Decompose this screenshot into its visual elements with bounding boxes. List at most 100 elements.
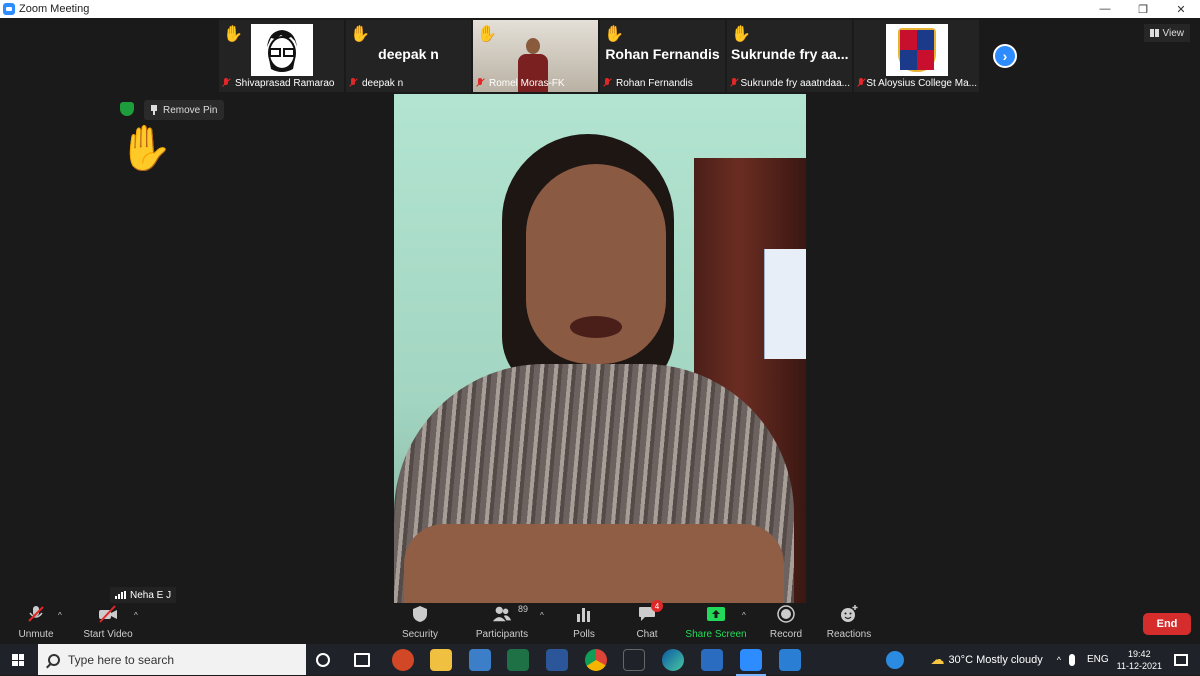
chat-bubble-icon: 4 [637, 600, 663, 624]
meeting-toolbar: Unmute ^ Start Video ^ Security 89 Parti… [0, 600, 1200, 644]
window-title: Zoom Meeting [19, 3, 90, 15]
view-button[interactable]: View [1143, 24, 1190, 42]
self-name-tag: Neha E J [110, 587, 177, 603]
zoom-taskbar-icon[interactable] [736, 649, 766, 676]
help-icon[interactable] [886, 650, 905, 669]
media-app-icon[interactable] [779, 649, 801, 671]
audio-options-caret[interactable]: ^ [58, 611, 62, 620]
participants-count: 89 [517, 604, 528, 614]
end-meeting-button[interactable]: End [1143, 613, 1191, 635]
powerpoint-icon[interactable] [392, 649, 414, 671]
participants-options-caret[interactable]: ^ [540, 611, 544, 620]
control-panel-icon[interactable] [469, 649, 491, 671]
raised-hand-icon: ✋ [604, 26, 624, 43]
task-view-icon[interactable] [354, 653, 370, 667]
chrome-icon[interactable] [585, 649, 607, 671]
notifications-icon[interactable] [1174, 653, 1188, 666]
signal-strength-icon [115, 591, 126, 599]
pin-icon [151, 105, 157, 115]
share-screen-icon [706, 604, 726, 624]
chevron-right-icon: › [1002, 48, 1008, 64]
chat-unread-badge: 4 [651, 600, 663, 612]
security-shield-icon [120, 102, 134, 116]
raised-hand-icon: ✋ [118, 124, 173, 173]
participant-name-bar: Rohan Fernandis [602, 76, 723, 90]
meeting-area: ✋ Shivaprasad Ramarao ✋ deepak n deepak … [0, 18, 1200, 604]
remove-pin-button[interactable]: Remove Pin [144, 100, 225, 120]
video-options-caret[interactable]: ^ [134, 611, 138, 620]
video-off-icon [98, 604, 118, 624]
unmute-button[interactable]: Unmute [16, 603, 56, 644]
windows-start-icon[interactable] [12, 654, 24, 666]
record-button[interactable]: Record [768, 603, 804, 644]
weather-icon: ☁ [930, 651, 945, 667]
self-name: Neha E J [130, 589, 172, 601]
start-video-button[interactable]: Start Video [82, 603, 134, 644]
zoom-app-icon [3, 3, 15, 15]
cartoon-face-icon [267, 30, 297, 72]
clock-date: 11-12-2021 [1116, 660, 1162, 671]
search-placeholder: Type here to search [68, 652, 175, 667]
muted-mic-icon [221, 78, 231, 88]
participant-name: St Aloysius College Ma... [866, 77, 977, 89]
record-icon [776, 604, 796, 624]
participant-tile[interactable]: ✋ Rohan Fernandis Rohan Fernandis [600, 20, 725, 92]
reactions-button[interactable]: Reactions [826, 603, 872, 644]
muted-microphone-icon [26, 604, 46, 624]
participant-tile[interactable]: ✋ deepak n deepak n [346, 20, 471, 92]
participant-tile[interactable]: ✋ Romel Moras-FK [473, 20, 598, 92]
windows-taskbar: Type here to search ☁ 30°C Mostly cloudy… [0, 644, 1200, 676]
participant-tile[interactable]: ✋ Shivaprasad Ramarao [219, 20, 344, 92]
muted-mic-icon [348, 78, 358, 88]
participant-name: Romel Moras-FK [489, 77, 565, 89]
minimize-button[interactable]: — [1086, 0, 1124, 18]
view-label: View [1162, 27, 1185, 39]
share-options-caret[interactable]: ^ [742, 611, 746, 620]
participant-display-name: deepak n [378, 46, 439, 62]
bar-chart-icon [574, 604, 594, 624]
security-button[interactable]: Security [400, 603, 440, 644]
edge-icon[interactable] [662, 649, 684, 671]
language-indicator[interactable]: ENG [1087, 654, 1109, 665]
active-speaker-video [394, 94, 806, 604]
file-explorer-icon[interactable] [430, 649, 452, 671]
next-page-button[interactable]: › [993, 44, 1017, 68]
polls-button[interactable]: Polls [566, 603, 602, 644]
participant-name: Sukrunde fry aaatndaa... [740, 77, 850, 89]
restore-button[interactable]: ❐ [1124, 0, 1162, 18]
participant-name-bar: St Aloysius College Ma... [856, 76, 977, 90]
app-icon[interactable] [623, 649, 645, 671]
raised-hand-icon: ✋ [731, 26, 751, 43]
photos-icon[interactable] [701, 649, 723, 671]
raised-hand-icon: ✋ [477, 26, 497, 43]
muted-mic-icon [856, 78, 864, 88]
muted-mic-icon [729, 78, 737, 88]
college-crest-image [886, 24, 948, 76]
thumbnail-strip: ✋ Shivaprasad Ramarao ✋ deepak n deepak … [219, 20, 979, 92]
taskbar-search-box[interactable]: Type here to search [38, 644, 306, 675]
excel-icon[interactable] [507, 649, 529, 671]
cortana-icon[interactable] [316, 653, 330, 667]
participant-tile[interactable]: St Aloysius College Ma... [854, 20, 979, 92]
avatar [251, 24, 313, 76]
remove-pin-label: Remove Pin [163, 104, 218, 116]
clock[interactable]: 19:42 11-12-2021 [1117, 648, 1162, 672]
word-icon[interactable] [546, 649, 568, 671]
window-controls: — ❐ ✕ [1086, 0, 1200, 18]
weather-text[interactable]: 30°C Mostly cloudy [948, 654, 1042, 666]
participant-name-bar: Sukrunde fry aaatndaa... [729, 76, 850, 90]
close-button[interactable]: ✕ [1162, 0, 1200, 18]
microphone-icon[interactable] [1068, 653, 1075, 666]
title-bar: Zoom Meeting — ❐ ✕ [0, 0, 1200, 18]
participant-name-bar: Shivaprasad Ramarao [221, 76, 342, 90]
muted-mic-icon [475, 78, 485, 88]
participants-button[interactable]: 89 Participants [476, 603, 528, 644]
participant-name: deepak n [362, 77, 404, 89]
muted-mic-icon [602, 78, 612, 88]
chevron-up-icon[interactable]: ^ [1057, 655, 1061, 665]
smiley-plus-icon [839, 604, 859, 624]
participant-tile[interactable]: ✋ Sukrunde fry aa... Sukrunde fry aaatnd… [727, 20, 852, 92]
share-screen-button[interactable]: Share Screen [684, 603, 748, 644]
participant-display-name: Rohan Fernandis [605, 46, 720, 62]
chat-button[interactable]: 4 Chat [630, 600, 664, 644]
